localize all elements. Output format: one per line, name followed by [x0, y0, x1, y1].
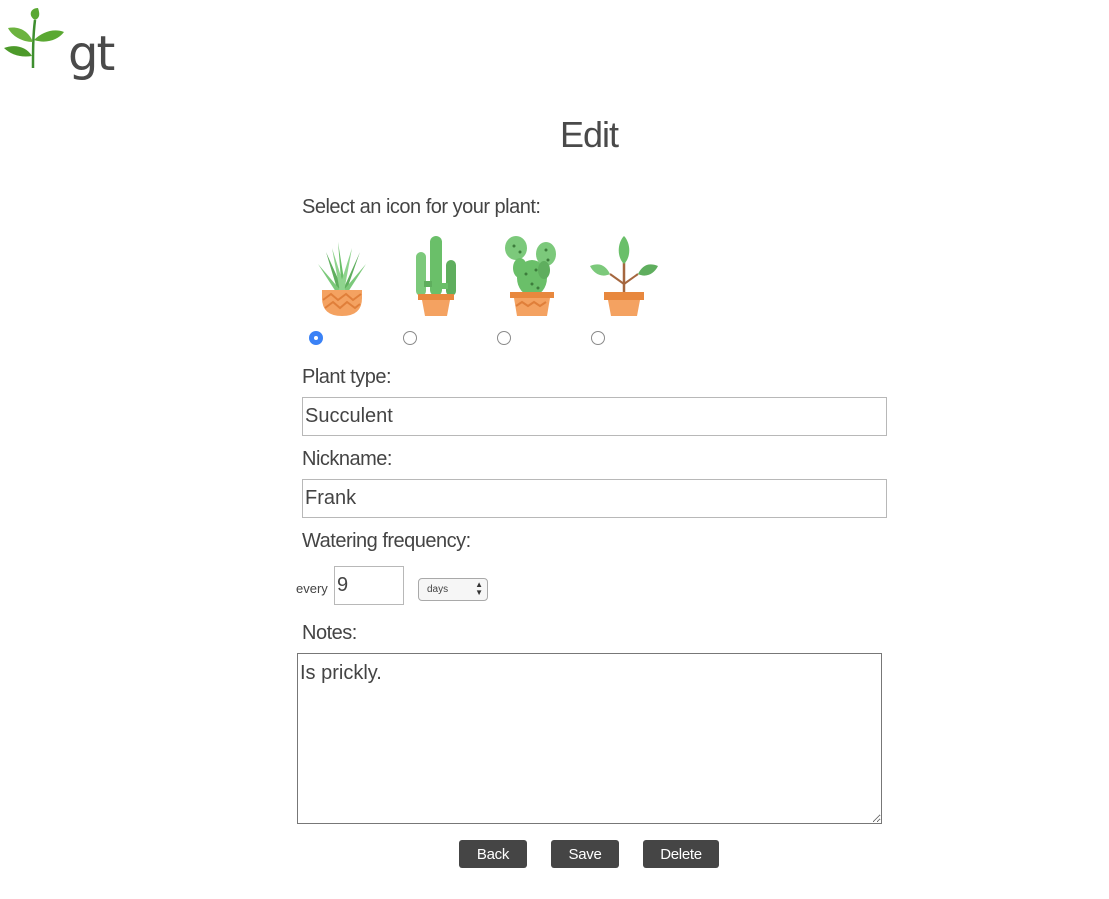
icon-radio-succulent[interactable] [309, 331, 323, 345]
icon-radio-leafy-sprout[interactable] [591, 331, 605, 345]
logo-text: gt [68, 26, 115, 82]
delete-button[interactable]: Delete [643, 840, 719, 868]
edit-plant-page: gt Edit Select an icon for your plant: P… [0, 0, 1109, 899]
leafy-sprout-pot-icon[interactable] [590, 234, 660, 318]
tall-cactus-pot-icon[interactable] [402, 234, 472, 318]
watering-frequency-label: Watering frequency: [302, 530, 471, 552]
frequency-unit-value: days [427, 584, 449, 595]
prickly-pear-cactus-pot-icon[interactable] [496, 234, 566, 318]
plant-type-input[interactable] [302, 397, 887, 436]
every-label: every [296, 581, 328, 596]
icon-radio-prickly-pear[interactable] [497, 331, 511, 345]
notes-textarea[interactable]: Is prickly. [297, 653, 882, 824]
watering-frequency-input[interactable] [334, 566, 404, 605]
page-title: Edit [559, 114, 619, 155]
select-arrows-icon: ▲ ▼ [475, 580, 483, 597]
brand-logo[interactable]: gt [2, 6, 115, 82]
icon-radio-tall-cactus[interactable] [403, 331, 417, 345]
save-button[interactable]: Save [551, 840, 619, 868]
notes-label: Notes: [302, 622, 357, 644]
plant-type-label: Plant type: [302, 366, 392, 388]
leaf-sprout-icon [4, 8, 64, 69]
nickname-label: Nickname: [302, 448, 392, 470]
back-button[interactable]: Back [459, 840, 527, 868]
nickname-input[interactable] [302, 479, 887, 518]
frequency-unit-select[interactable]: days ▲ ▼ [418, 578, 488, 601]
succulent-pot-icon[interactable] [308, 234, 378, 318]
icon-select-label: Select an icon for your plant: [302, 196, 541, 218]
